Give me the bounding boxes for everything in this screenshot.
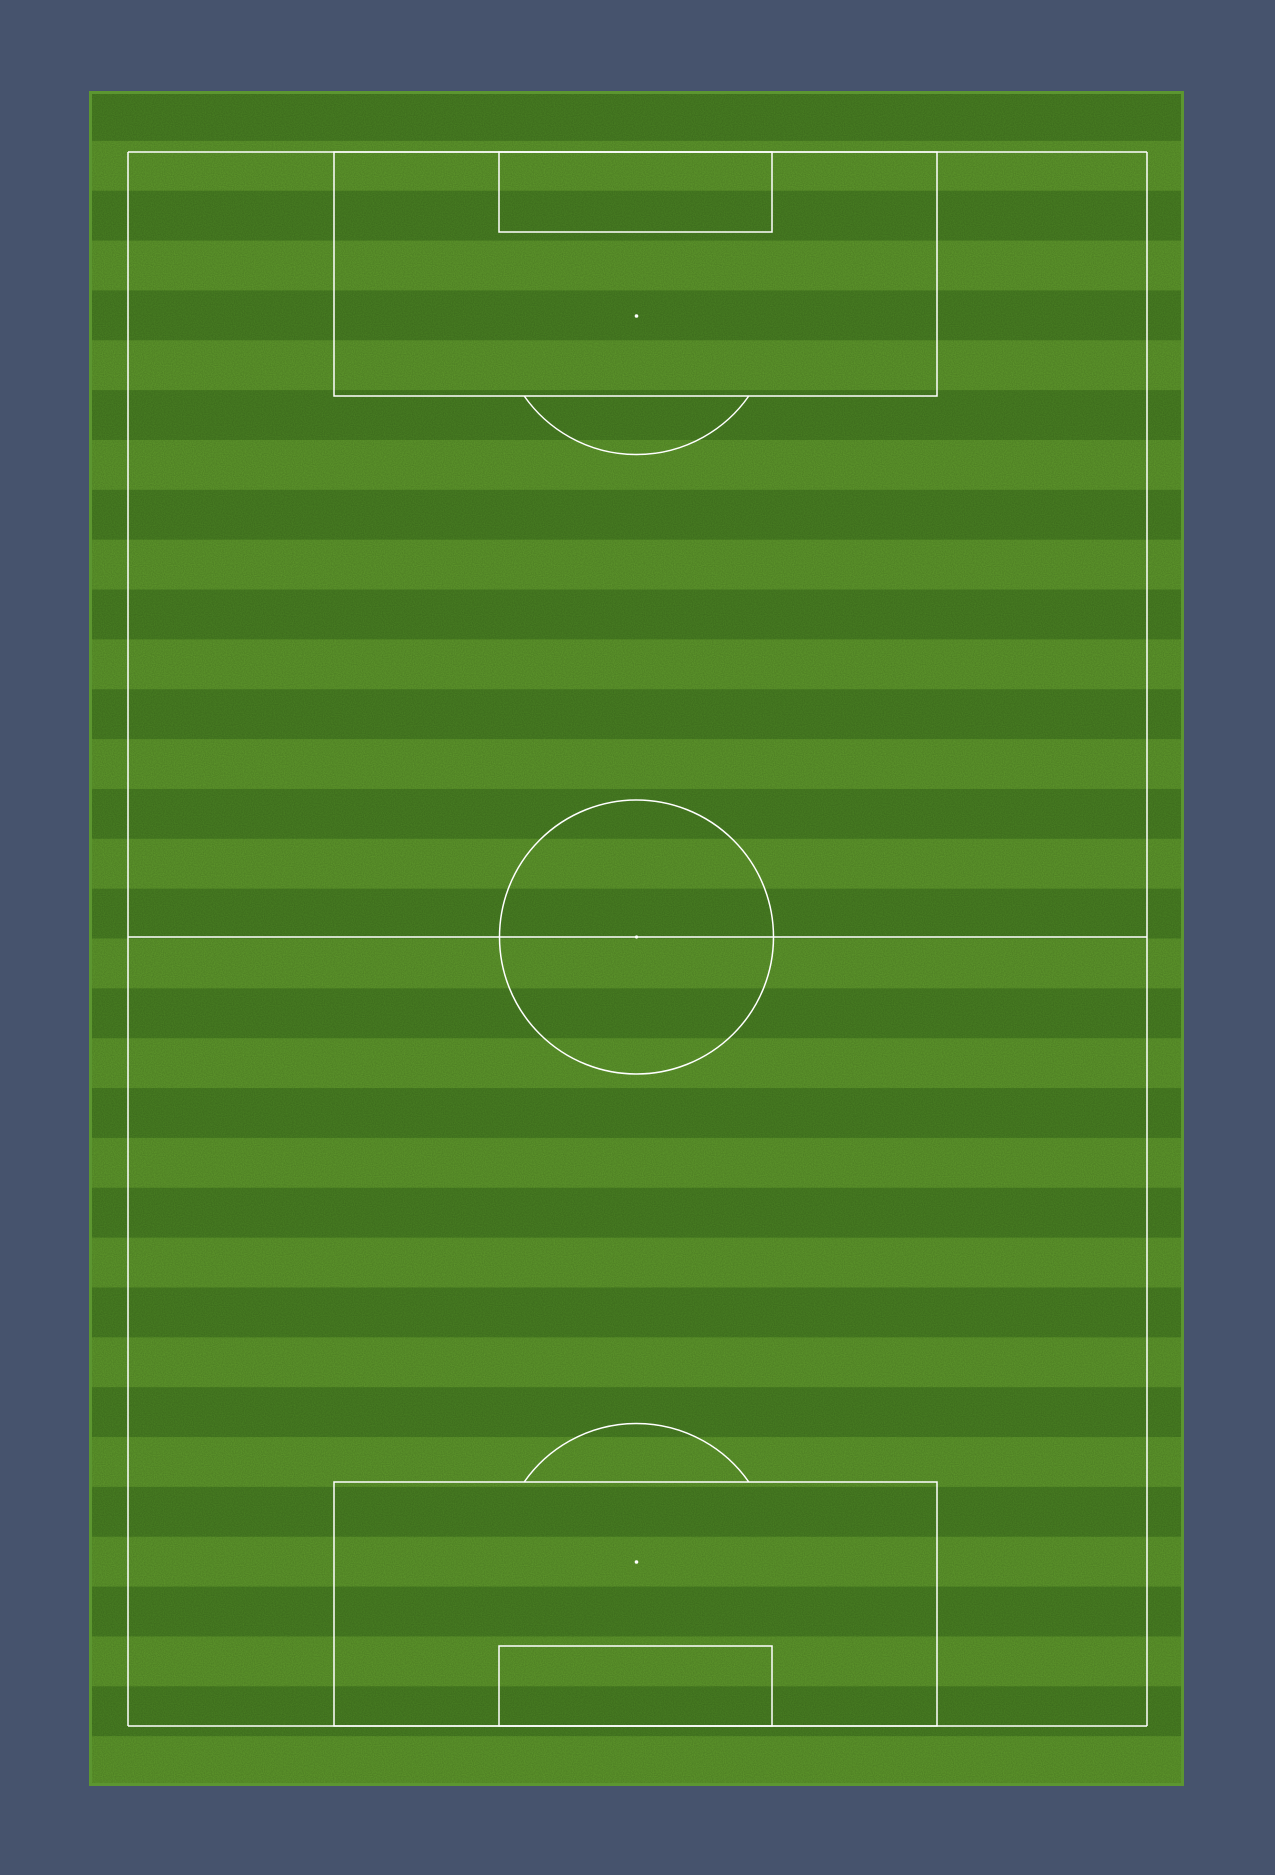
- penalty-spot-bottom: [634, 1560, 639, 1564]
- penalty-spot-top: [634, 314, 639, 318]
- football-pitch: [89, 91, 1184, 1786]
- pitch-diagram: [89, 91, 1184, 1786]
- center-spot: [634, 935, 639, 939]
